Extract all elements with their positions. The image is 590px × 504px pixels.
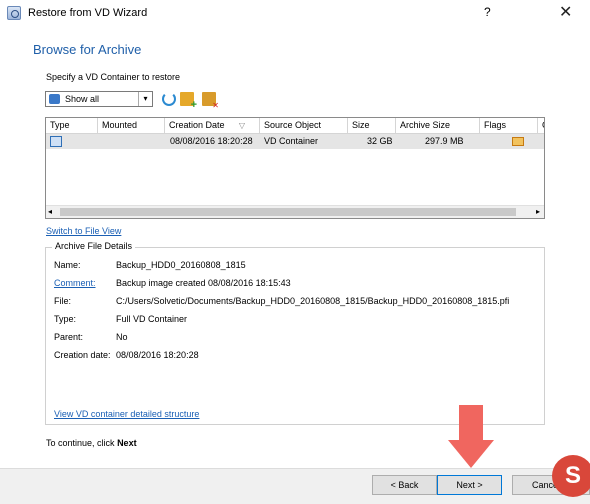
- col-size[interactable]: Size: [348, 118, 396, 134]
- table-row[interactable]: 08/08/2016 18:20:28 VD Container 32 GB 2…: [46, 134, 544, 149]
- cell-size: 32 GB: [367, 136, 393, 146]
- continue-hint-text: To continue, click: [46, 438, 115, 448]
- col-archive-size[interactable]: Archive Size: [396, 118, 480, 134]
- cell-archive-size: 297.9 MB: [425, 136, 464, 146]
- creation-date-label: Creation date:: [54, 350, 111, 360]
- switch-to-file-view-link[interactable]: Switch to File View: [46, 226, 121, 236]
- cell-source-object: VD Container: [264, 136, 319, 146]
- flag-icon: [512, 137, 524, 146]
- col-type[interactable]: Type: [46, 118, 98, 134]
- creation-date-value: 08/08/2016 18:20:28: [116, 350, 199, 360]
- sort-icon: ▽: [238, 121, 245, 130]
- horizontal-scrollbar[interactable]: ◂ ▸: [46, 205, 544, 218]
- parent-value: No: [116, 332, 128, 342]
- file-value: C:/Users/Solvetic/Documents/Backup_HDD0_…: [116, 296, 510, 306]
- col-flags[interactable]: Flags: [480, 118, 538, 134]
- type-label: Type:: [54, 314, 77, 324]
- view-structure-link[interactable]: View VD container detailed structure: [54, 409, 199, 419]
- filter-dropdown[interactable]: Show all ▾: [45, 91, 153, 107]
- name-label: Name:: [54, 260, 81, 270]
- help-button[interactable]: ?: [484, 5, 491, 19]
- page-heading: Browse for Archive: [33, 42, 142, 57]
- wizard-header: Browse for Archive: [0, 28, 590, 62]
- parent-label: Parent:: [54, 332, 84, 342]
- comment-value: Backup image created 08/08/2016 18:15:43: [116, 278, 291, 288]
- scroll-left-icon[interactable]: ◂: [48, 207, 52, 216]
- watermark-logo: S: [552, 455, 590, 497]
- col-source-object[interactable]: Source Object: [260, 118, 348, 134]
- comment-link[interactable]: Comment:: [54, 278, 96, 288]
- arrow-head: [448, 440, 494, 468]
- scroll-right-icon[interactable]: ▸: [536, 207, 540, 216]
- cell-creation-date: 08/08/2016 18:20:28: [170, 136, 253, 146]
- close-button[interactable]: ✕: [559, 2, 572, 22]
- continue-hint-target: Next: [117, 438, 137, 448]
- name-value: Backup_HDD0_20160808_1815: [116, 260, 246, 270]
- vd-container-icon: [50, 136, 62, 147]
- scroll-thumb[interactable]: [60, 208, 516, 216]
- table-header: Type Mounted Creation Date ▽ Source Obje…: [46, 118, 544, 134]
- archive-details-legend: Archive File Details: [52, 241, 136, 251]
- archive-table[interactable]: Type Mounted Creation Date ▽ Source Obje…: [45, 117, 545, 219]
- title-bar: Restore from VD Wizard ? ✕: [0, 0, 590, 28]
- col-creation-date[interactable]: Creation Date ▽: [165, 118, 260, 134]
- remove-archive-icon[interactable]: [202, 92, 219, 110]
- continue-hint: To continue, click Next: [46, 438, 137, 448]
- add-archive-icon[interactable]: [180, 92, 197, 111]
- annotation-arrow: [459, 405, 483, 441]
- next-button[interactable]: Next >: [437, 475, 502, 495]
- filter-icon: [49, 94, 60, 104]
- container-label: Specify a VD Container to restore: [46, 72, 181, 82]
- back-button[interactable]: < Back: [372, 475, 437, 495]
- col-c[interactable]: C: [538, 118, 544, 134]
- type-value: Full VD Container: [116, 314, 188, 324]
- col-creation-date-label: Creation Date: [169, 120, 225, 130]
- col-mounted[interactable]: Mounted: [98, 118, 165, 134]
- window-title: Restore from VD Wizard: [28, 7, 148, 19]
- filter-value: Show all: [65, 94, 100, 104]
- chevron-down-icon[interactable]: ▾: [138, 92, 152, 106]
- refresh-icon[interactable]: [162, 92, 176, 106]
- file-label: File:: [54, 296, 72, 306]
- app-icon: [7, 6, 21, 20]
